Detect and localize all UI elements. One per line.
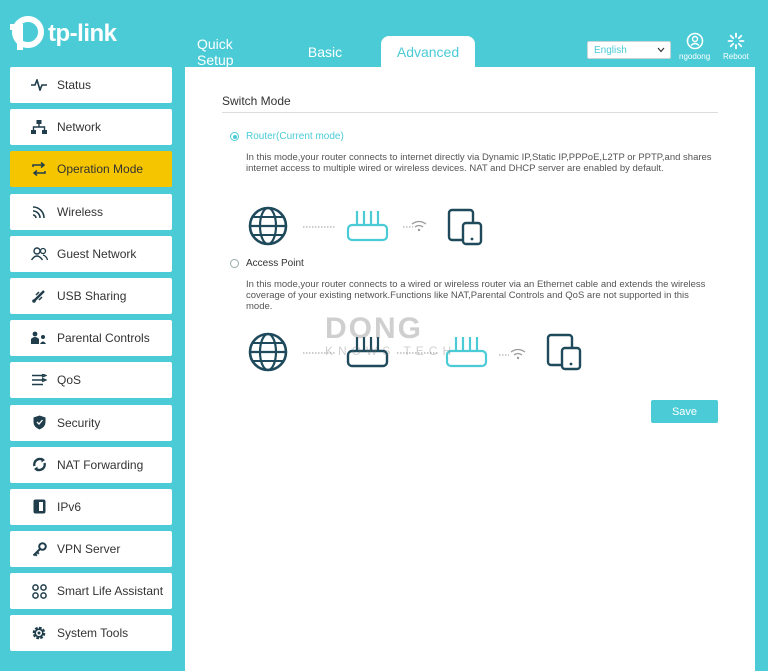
tab-quick-setup[interactable]: Quick Setup [183,36,281,68]
network-icon [30,118,48,136]
sidebar-item-security[interactable]: Security [10,404,172,441]
reboot-icon [727,32,745,50]
tp-link-logo: tp-link [8,16,117,52]
devices-icon [447,208,483,246]
access-point-radio[interactable] [230,259,239,268]
tab-basic[interactable]: Basic [281,36,369,67]
sidebar-item-label: System Tools [57,626,129,641]
section-divider [222,112,718,113]
sidebar: Status Network Operation Mode Wireless G… [10,67,172,658]
family-icon [30,329,48,347]
wifi-icon [30,203,48,221]
sidebar-item-parental-controls[interactable]: Parental Controls [10,320,172,357]
sidebar-item-label: IPv6 [57,499,82,514]
wifi-signal-icon [510,348,526,360]
sidebar-item-wireless[interactable]: Wireless [10,193,172,230]
router-icon [346,211,389,242]
sidebar-item-status[interactable]: Status [10,67,172,103]
section-title: Switch Mode [222,94,291,108]
sidebar-item-label: Security [57,415,101,430]
sidebar-item-network[interactable]: Network [10,109,172,146]
user-label: ngodong [679,52,711,61]
main-panel: Switch Mode Router(Current mode) In this… [185,67,755,671]
user-logout-icon [686,32,703,50]
sidebar-item-label: Operation Mode [57,162,144,177]
nat-icon [30,456,48,474]
reboot-label: Reboot [723,52,749,61]
router-mode-option[interactable]: Router(Current mode) [230,131,344,142]
sidebar-item-smart-life-assistant[interactable]: Smart Life Assistant [10,573,172,610]
logo-text: tp-link [48,20,117,47]
devices-icon [546,333,582,371]
wifi-signal-icon [411,220,427,232]
access-point-diagram [248,332,526,372]
sidebar-item-vpn-server[interactable]: VPN Server [10,531,172,568]
tp-link-logo-icon [10,16,44,50]
top-tabs: Quick Setup Basic Advanced [183,36,475,68]
sidebar-item-label: Network [57,120,102,135]
grid-icon [30,582,48,600]
pulse-icon [30,76,48,94]
sidebar-item-label: VPN Server [57,542,121,557]
sidebar-item-ipv6[interactable]: IPv6 [10,488,172,525]
reboot-button[interactable]: Reboot [723,32,749,61]
tab-advanced[interactable]: Advanced [381,36,475,67]
key-icon [30,540,48,558]
access-point-label: Access Point [246,258,304,269]
switch-arrows-icon [30,160,48,178]
sidebar-item-nat-forwarding[interactable]: NAT Forwarding [10,446,172,483]
sidebar-item-system-tools[interactable]: System Tools [10,615,172,652]
guest-icon [30,245,48,263]
sidebar-item-label: QoS [57,373,82,388]
user-button[interactable]: ngodong [679,32,710,61]
globe-icon [248,206,288,246]
ap-router-icon [445,337,488,368]
qos-icon [30,371,48,389]
shield-icon [30,414,48,432]
globe-icon [248,332,288,372]
language-select[interactable]: English [587,41,671,59]
sidebar-item-label: USB Sharing [57,288,127,303]
sidebar-item-label: NAT Forwarding [57,457,144,472]
usb-icon [30,287,48,305]
access-point-option[interactable]: Access Point [230,258,304,269]
sidebar-item-label: Wireless [57,204,104,219]
main-router-icon [346,337,389,368]
router-mode-description: In this mode,your router connects to int… [246,152,712,174]
sidebar-item-label: Guest Network [57,246,137,261]
sidebar-item-operation-mode[interactable]: Operation Mode [10,151,172,188]
chevron-down-icon [657,47,665,53]
router-mode-radio[interactable] [230,132,239,141]
sidebar-item-label: Parental Controls [57,331,150,346]
language-value: English [594,44,627,56]
gear-icon [30,624,48,642]
router-mode-label: Router(Current mode) [246,131,344,142]
save-button[interactable]: Save [651,400,718,423]
ipv6-icon [30,498,48,516]
sidebar-item-usb-sharing[interactable]: USB Sharing [10,277,172,314]
sidebar-item-guest-network[interactable]: Guest Network [10,235,172,272]
sidebar-item-qos[interactable]: QoS [10,362,172,399]
sidebar-item-label: Smart Life Assistant [57,584,164,599]
router-mode-diagram [248,206,427,246]
access-point-description: In this mode,your router connects to a w… [246,279,706,312]
sidebar-item-label: Status [57,78,92,92]
